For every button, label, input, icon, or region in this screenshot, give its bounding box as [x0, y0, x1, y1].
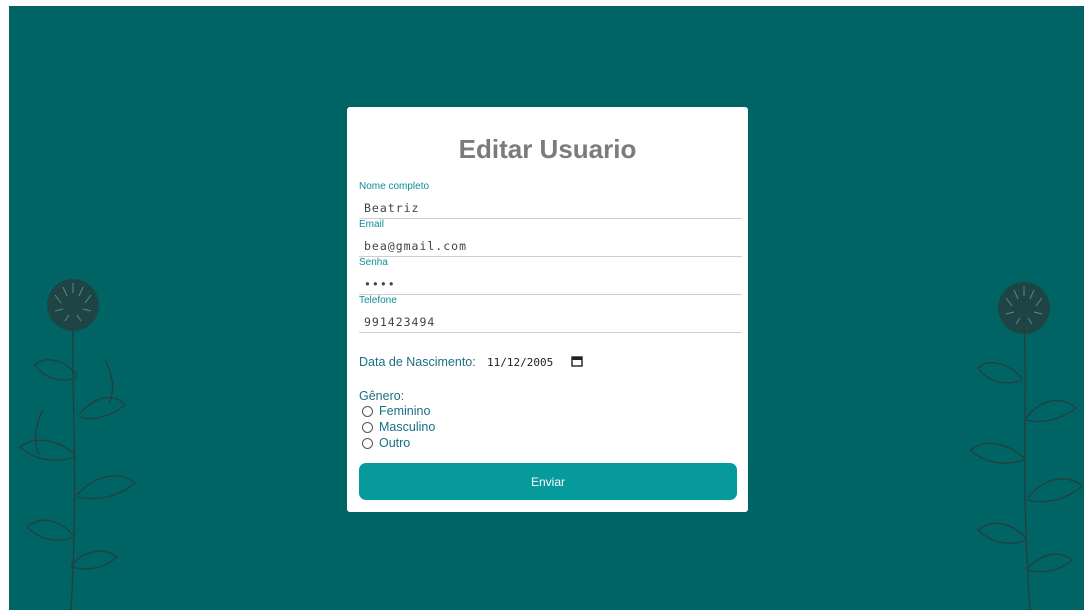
- birthdate-label: Data de Nascimento:: [359, 355, 476, 369]
- radio-outro[interactable]: [362, 438, 373, 449]
- radio-masculino[interactable]: [362, 422, 373, 433]
- password-input[interactable]: [359, 273, 742, 295]
- email-input[interactable]: [359, 235, 742, 257]
- calendar-icon[interactable]: [571, 355, 583, 367]
- name-label: Nome completo: [359, 181, 430, 192]
- gender-option-label: Masculino: [379, 420, 436, 434]
- name-input[interactable]: [359, 197, 742, 219]
- email-label: Email: [359, 219, 385, 230]
- form-title: Editar Usuario: [458, 134, 637, 164]
- gender-option-label: Outro: [379, 436, 411, 450]
- gender-label: Gênero:: [359, 389, 405, 403]
- flower-illustration-left: [18, 279, 137, 610]
- password-label: Senha: [359, 257, 388, 268]
- edit-user-card: Editar Usuario Nome completo Email Senha…: [347, 107, 748, 512]
- birthdate-input[interactable]: 11/12/2005: [487, 356, 553, 369]
- phone-input[interactable]: [359, 311, 742, 333]
- flower-illustration-right: [968, 282, 1084, 610]
- submit-button[interactable]: Enviar: [359, 463, 737, 500]
- phone-label: Telefone: [359, 295, 397, 306]
- radio-feminino[interactable]: [362, 406, 373, 417]
- gender-option-label: Feminino: [379, 404, 431, 418]
